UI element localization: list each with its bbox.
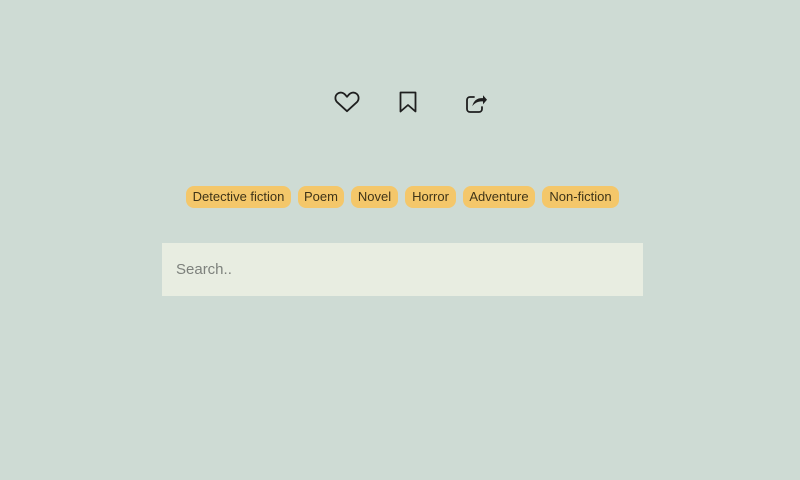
tag-novel[interactable]: Novel [351,186,398,208]
share-icon[interactable] [460,86,492,118]
tag-detective-fiction[interactable]: Detective fiction [186,186,291,208]
search-bar [162,243,643,296]
tag-poem[interactable]: Poem [298,186,344,208]
search-input[interactable] [162,243,643,296]
tag-horror[interactable]: Horror [405,186,456,208]
tag-adventure[interactable]: Adventure [463,186,535,208]
bookmark-icon[interactable] [392,86,424,118]
tag-non-fiction[interactable]: Non-fiction [542,186,619,208]
genre-tag-list: Detective fiction Poem Novel Horror Adve… [0,186,800,208]
action-icon-row [0,86,800,118]
heart-icon[interactable] [331,86,363,118]
